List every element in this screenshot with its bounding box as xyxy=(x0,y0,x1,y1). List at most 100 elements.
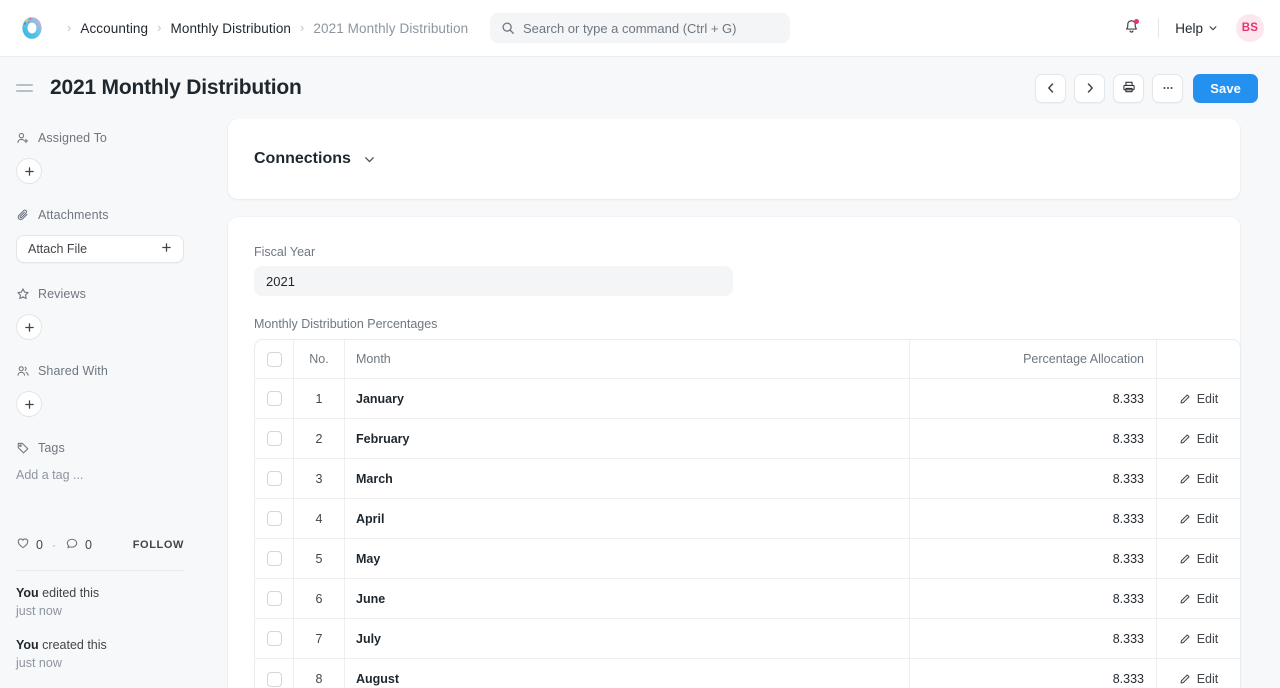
row-checkbox[interactable] xyxy=(266,471,282,486)
row-percentage[interactable]: 8.333 xyxy=(910,459,1157,498)
row-select-cell xyxy=(255,539,294,578)
table-row[interactable]: 6 June 8.333 Edit xyxy=(255,579,1240,619)
notifications-button[interactable] xyxy=(1116,13,1146,43)
column-header-action xyxy=(1157,340,1240,378)
chevron-down-icon[interactable] xyxy=(363,153,376,166)
breadcrumb-item-accounting[interactable]: Accounting xyxy=(80,21,148,36)
activity-timestamp: just now xyxy=(16,604,62,618)
row-checkbox[interactable] xyxy=(266,431,282,446)
connections-title: Connections xyxy=(254,150,351,167)
row-checkbox[interactable] xyxy=(266,671,282,687)
sidebar-footer: 0 · 0 FOLLOW You edited this just now Yo… xyxy=(16,532,184,688)
activity-actor: You xyxy=(16,586,39,600)
frappe-logo-icon[interactable] xyxy=(18,14,46,42)
table-row[interactable]: 1 January 8.333 Edit xyxy=(255,379,1240,419)
row-checkbox[interactable] xyxy=(266,631,282,646)
page-title: 2021 Monthly Distribution xyxy=(50,76,302,99)
star-icon xyxy=(16,287,30,301)
sidebar-section-reviews: Reviews xyxy=(16,283,184,340)
like-button[interactable]: 0 xyxy=(16,536,43,555)
row-edit-button[interactable]: Edit xyxy=(1157,379,1240,418)
activity-actor: You xyxy=(16,638,39,652)
pencil-icon xyxy=(1179,553,1191,565)
row-percentage[interactable]: 8.333 xyxy=(910,499,1157,538)
next-document-button[interactable] xyxy=(1074,73,1106,103)
follow-button[interactable]: FOLLOW xyxy=(133,539,184,551)
table-row[interactable]: 8 August 8.333 Edit xyxy=(255,659,1240,688)
fiscal-year-input[interactable] xyxy=(254,266,733,296)
select-all-checkbox[interactable] xyxy=(266,351,282,367)
table-row[interactable]: 3 March 8.333 Edit xyxy=(255,459,1240,499)
tags-label: Tags xyxy=(38,441,65,455)
pencil-icon xyxy=(1179,473,1191,485)
avatar[interactable]: BS xyxy=(1236,14,1264,42)
row-checkbox[interactable] xyxy=(266,511,282,526)
row-percentage[interactable]: 8.333 xyxy=(910,379,1157,418)
add-assignment-button[interactable] xyxy=(16,158,42,184)
connections-card[interactable]: Connections xyxy=(228,119,1240,199)
form-card: Fiscal Year Monthly Distribution Percent… xyxy=(228,217,1241,688)
row-edit-label: Edit xyxy=(1196,431,1219,446)
table-row[interactable]: 5 May 8.333 Edit xyxy=(255,539,1240,579)
column-header-no: No. xyxy=(294,340,345,378)
global-search xyxy=(490,13,790,43)
row-edit-button[interactable]: Edit xyxy=(1157,659,1240,688)
add-share-button[interactable] xyxy=(16,391,42,417)
row-edit-label: Edit xyxy=(1196,591,1219,606)
hamburger-menu-icon[interactable] xyxy=(16,77,38,99)
table-row[interactable]: 2 February 8.333 Edit xyxy=(255,419,1240,459)
breadcrumb-separator: › xyxy=(300,19,305,35)
row-no: 8 xyxy=(294,659,345,688)
row-edit-button[interactable]: Edit xyxy=(1157,499,1240,538)
assigned-to-label: Assigned To xyxy=(38,131,107,145)
breadcrumb-item-current[interactable]: 2021 Monthly Distribution xyxy=(313,21,468,36)
breadcrumb-separator: › xyxy=(67,19,72,35)
row-select-cell xyxy=(255,619,294,658)
previous-document-button[interactable] xyxy=(1035,73,1067,103)
row-percentage[interactable]: 8.333 xyxy=(910,419,1157,458)
attach-file-button[interactable]: Attach File xyxy=(16,235,184,263)
row-no: 6 xyxy=(294,579,345,618)
row-percentage[interactable]: 8.333 xyxy=(910,619,1157,658)
breadcrumb-item-monthly-distribution[interactable]: Monthly Distribution xyxy=(170,21,291,36)
row-select-cell xyxy=(255,579,294,618)
row-edit-label: Edit xyxy=(1196,471,1219,486)
print-button[interactable] xyxy=(1113,73,1145,103)
add-review-button[interactable] xyxy=(16,314,42,340)
navbar-right-actions: Help BS xyxy=(1116,13,1264,43)
row-edit-button[interactable]: Edit xyxy=(1157,619,1240,658)
breadcrumb-separator: › xyxy=(157,19,162,35)
row-no: 4 xyxy=(294,499,345,538)
row-checkbox[interactable] xyxy=(266,591,282,606)
activity-item-edited: You edited this just now xyxy=(16,584,184,620)
comment-button[interactable]: 0 xyxy=(65,536,92,555)
user-plus-icon xyxy=(16,131,30,145)
row-edit-button[interactable]: Edit xyxy=(1157,419,1240,458)
row-edit-button[interactable]: Edit xyxy=(1157,579,1240,618)
search-box[interactable] xyxy=(490,13,790,43)
table-row[interactable]: 4 April 8.333 Edit xyxy=(255,499,1240,539)
row-edit-button[interactable]: Edit xyxy=(1157,459,1240,498)
row-edit-button[interactable]: Edit xyxy=(1157,539,1240,578)
column-header-month: Month xyxy=(345,340,910,378)
comment-icon xyxy=(65,536,79,555)
row-edit-label: Edit xyxy=(1196,391,1219,406)
row-checkbox[interactable] xyxy=(266,391,282,406)
sidebar-section-tags: Tags Add a tag ... xyxy=(16,437,184,482)
add-tag-input[interactable]: Add a tag ... xyxy=(16,468,184,482)
sidebar-divider xyxy=(16,570,184,571)
save-button[interactable]: Save xyxy=(1193,73,1258,103)
search-input[interactable] xyxy=(523,20,779,36)
more-actions-button[interactable] xyxy=(1152,73,1184,103)
shared-with-label: Shared With xyxy=(38,364,108,378)
help-menu-button[interactable]: Help xyxy=(1171,17,1222,40)
printer-icon xyxy=(1122,80,1136,97)
document-sidebar: Assigned To Attachments Attach File Revi… xyxy=(0,119,200,688)
pencil-icon xyxy=(1179,633,1191,645)
row-checkbox[interactable] xyxy=(266,551,282,566)
table-row[interactable]: 7 July 8.333 Edit xyxy=(255,619,1240,659)
row-percentage[interactable]: 8.333 xyxy=(910,659,1157,688)
row-percentage[interactable]: 8.333 xyxy=(910,539,1157,578)
row-percentage[interactable]: 8.333 xyxy=(910,579,1157,618)
row-month: August xyxy=(345,659,910,688)
